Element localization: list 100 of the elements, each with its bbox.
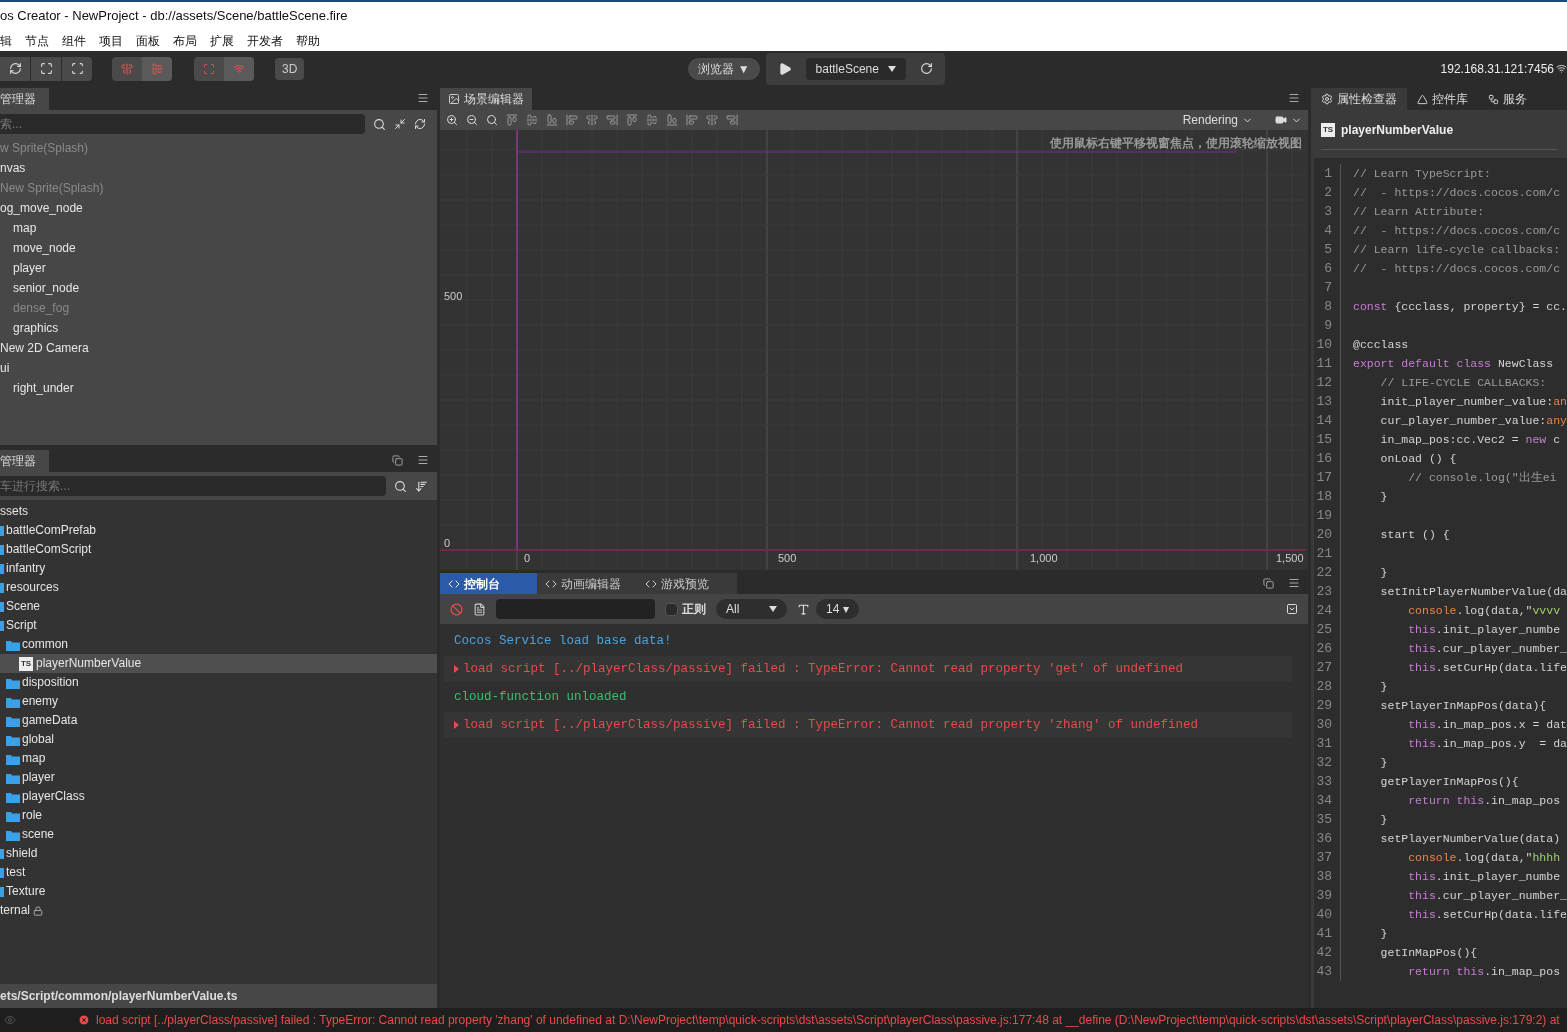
menu-item[interactable]: 扩展: [210, 31, 234, 50]
menu-item[interactable]: 开发者: [247, 31, 283, 50]
align-left-icon[interactable]: [566, 114, 578, 126]
reload-icon[interactable]: [919, 62, 933, 75]
asset-item[interactable]: disposition: [0, 673, 437, 692]
menu-item[interactable]: 组件: [62, 31, 86, 50]
menu-icon[interactable]: [417, 454, 429, 466]
camera-dropdown[interactable]: [1275, 114, 1302, 126]
node-item[interactable]: graphics: [0, 318, 437, 338]
node-item[interactable]: move_node: [0, 238, 437, 258]
node-item[interactable]: right_under: [0, 378, 437, 398]
distribute-bottom-icon[interactable]: [666, 114, 678, 126]
asset-item[interactable]: common: [0, 635, 437, 654]
distribute-middle-icon[interactable]: [646, 114, 658, 126]
collapse-icon[interactable]: [1286, 603, 1298, 615]
scene-select[interactable]: battleScene: [805, 57, 906, 80]
asset-item[interactable]: enemy: [0, 692, 437, 711]
code-line: start () {: [1379, 527, 1450, 543]
align-center-icon[interactable]: [586, 114, 598, 126]
panel-tab[interactable]: 动画编辑器: [537, 573, 637, 594]
node-item[interactable]: player: [0, 258, 437, 278]
line-number: 40: [1315, 906, 1333, 924]
log-file-icon[interactable]: [473, 602, 486, 616]
distribute-center-icon[interactable]: [706, 114, 718, 126]
code-line: return this.in_map_pos: [1407, 964, 1561, 980]
preview-target-select[interactable]: 浏览器 ▼: [688, 57, 760, 80]
node-item[interactable]: senior_node: [0, 278, 437, 298]
node-item[interactable]: og_move_node: [0, 198, 437, 218]
node-item[interactable]: map: [0, 218, 437, 238]
align-right-icon[interactable]: [606, 114, 618, 126]
align-middle-icon[interactable]: [526, 114, 538, 126]
hierarchy-tab[interactable]: 管理器: [0, 88, 49, 110]
menu-icon[interactable]: [1288, 577, 1300, 589]
popout-icon[interactable]: [1263, 578, 1274, 589]
asset-item[interactable]: Script: [0, 616, 437, 635]
assets-tab[interactable]: 管理器: [0, 450, 49, 472]
menu-item[interactable]: 项目: [99, 31, 123, 50]
asset-item[interactable]: battleComScript: [0, 540, 437, 559]
line-number: 30: [1315, 716, 1333, 734]
rendering-dropdown[interactable]: Rendering: [1182, 111, 1253, 129]
zoom-in-icon[interactable]: [446, 114, 458, 126]
menu-icon[interactable]: [1288, 92, 1300, 104]
asset-item[interactable]: player: [0, 768, 437, 787]
regex-checkbox[interactable]: [665, 602, 678, 616]
menu-item[interactable]: 布局: [173, 31, 197, 50]
panel-tab[interactable]: 属性检查器: [1311, 88, 1407, 110]
line-number: 37: [1315, 849, 1333, 867]
clear-icon[interactable]: [450, 602, 463, 616]
node-item[interactable]: New 2D Camera: [0, 338, 437, 358]
level-select[interactable]: All: [716, 599, 787, 619]
distribute-right-icon[interactable]: [726, 114, 738, 126]
asset-item[interactable]: test: [0, 863, 437, 882]
panel-tab[interactable]: 控制台: [440, 573, 537, 594]
node-item[interactable]: nvas: [0, 158, 437, 178]
asset-item[interactable]: global: [0, 730, 437, 749]
menu-item[interactable]: 帮助: [296, 31, 320, 50]
align-top-icon[interactable]: [506, 114, 518, 126]
sort-icon[interactable]: [415, 479, 428, 493]
collapse-icon[interactable]: [394, 118, 406, 130]
align-bottom-icon[interactable]: [546, 114, 558, 126]
asset-item[interactable]: ternal: [0, 901, 437, 920]
asset-item[interactable]: gameData: [0, 711, 437, 730]
code-line: // - https://docs.cocos.com/c: [1353, 223, 1561, 239]
zoom-out-icon[interactable]: [466, 114, 478, 126]
font-size-select[interactable]: 14 ▾: [816, 599, 859, 619]
search-field[interactable]: 索...: [0, 114, 365, 134]
asset-item[interactable]: ssets: [0, 502, 437, 521]
menu-item[interactable]: 辑: [0, 31, 12, 50]
line-number: 27: [1315, 659, 1333, 677]
menu-item[interactable]: 面板: [136, 31, 160, 50]
distribute-left-icon[interactable]: [686, 114, 698, 126]
refresh-icon[interactable]: [414, 118, 426, 130]
panel-tab[interactable]: 游戏预览: [637, 573, 737, 594]
search-icon[interactable]: [394, 479, 407, 493]
asset-item[interactable]: infantry: [0, 559, 437, 578]
asset-item[interactable]: Scene: [0, 597, 437, 616]
zoom-reset-icon[interactable]: [486, 114, 498, 126]
play-icon[interactable]: [777, 61, 792, 76]
node-item[interactable]: ui: [0, 358, 437, 378]
asset-item[interactable]: role: [0, 806, 437, 825]
asset-item[interactable]: playerClass: [0, 787, 437, 806]
folder-icon: [6, 830, 20, 841]
code-line: }: [1379, 755, 1388, 771]
asset-item[interactable]: shield: [0, 844, 437, 863]
menu-icon[interactable]: [417, 92, 429, 104]
asset-item[interactable]: TS playerNumberValue: [0, 654, 437, 673]
line-number: 32: [1315, 754, 1333, 772]
asset-item[interactable]: resources: [0, 578, 437, 597]
popout-icon[interactable]: [392, 455, 403, 466]
refresh-icon[interactable]: [0, 56, 30, 81]
asset-item[interactable]: map: [0, 749, 437, 768]
search-icon[interactable]: [373, 117, 386, 131]
asset-item[interactable]: Texture: [0, 882, 437, 901]
asset-item[interactable]: scene: [0, 825, 437, 844]
menu-item[interactable]: 节点: [25, 31, 49, 50]
filter-field[interactable]: [496, 599, 655, 619]
distribute-top-icon[interactable]: [626, 114, 638, 126]
asset-item[interactable]: battleComPrefab: [0, 521, 437, 540]
3d-toggle-button[interactable]: 3D: [275, 57, 305, 80]
search-field[interactable]: 车进行搜索...: [0, 476, 386, 496]
